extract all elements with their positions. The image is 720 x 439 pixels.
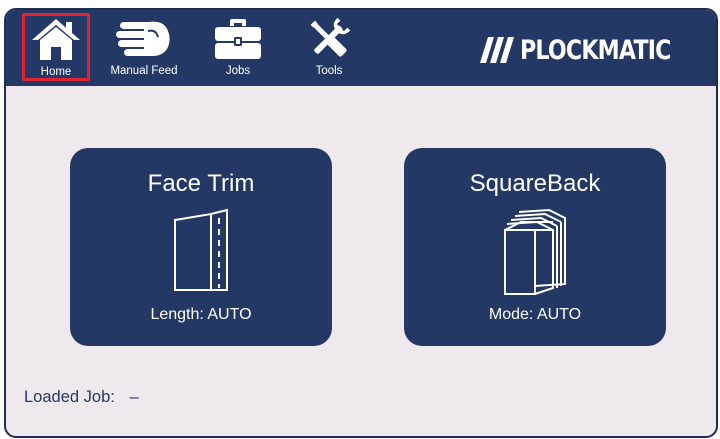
loaded-job-label: Loaded Job: xyxy=(24,388,115,406)
face-trim-title: Face Trim xyxy=(147,170,255,197)
squareback-status: Mode: AUTO xyxy=(488,306,582,323)
nav-jobs-label: Jobs xyxy=(225,65,251,77)
loaded-job-line: Loaded Job: – xyxy=(24,388,149,407)
squareback-title: SquareBack xyxy=(469,170,601,197)
briefcase-icon xyxy=(202,13,274,65)
nav-tools-button[interactable]: Tools xyxy=(291,13,367,81)
app-window: Home Manual Feed Jobs Tools PLOCKMATIC F… xyxy=(4,8,718,438)
nav-home-button[interactable]: Home xyxy=(22,13,90,81)
book-stack-icon xyxy=(404,208,666,298)
nav-home-label: Home xyxy=(40,66,72,78)
face-trim-status: Length: AUTO xyxy=(150,306,252,323)
home-icon xyxy=(25,13,87,65)
top-navigation-bar: Home Manual Feed Jobs Tools PLOCKMATIC xyxy=(6,10,716,86)
folded-sheet-icon xyxy=(70,208,332,294)
face-trim-card[interactable]: Face Trim Length: AUTO xyxy=(70,148,332,346)
brand-name: PLOCKMATIC xyxy=(520,34,671,66)
brand-logo: PLOCKMATIC xyxy=(480,30,704,70)
squareback-card[interactable]: SquareBack Mode: AUTO xyxy=(404,148,666,346)
tools-icon xyxy=(291,13,367,65)
nav-manual-feed-label: Manual Feed xyxy=(110,65,178,77)
nav-tools-label: Tools xyxy=(315,65,343,77)
hand-icon xyxy=(98,13,190,65)
nav-jobs-button[interactable]: Jobs xyxy=(202,13,274,81)
nav-manual-feed-button[interactable]: Manual Feed xyxy=(98,13,190,81)
loaded-job-value: – xyxy=(129,388,139,406)
brand-slashes-icon xyxy=(480,37,515,63)
